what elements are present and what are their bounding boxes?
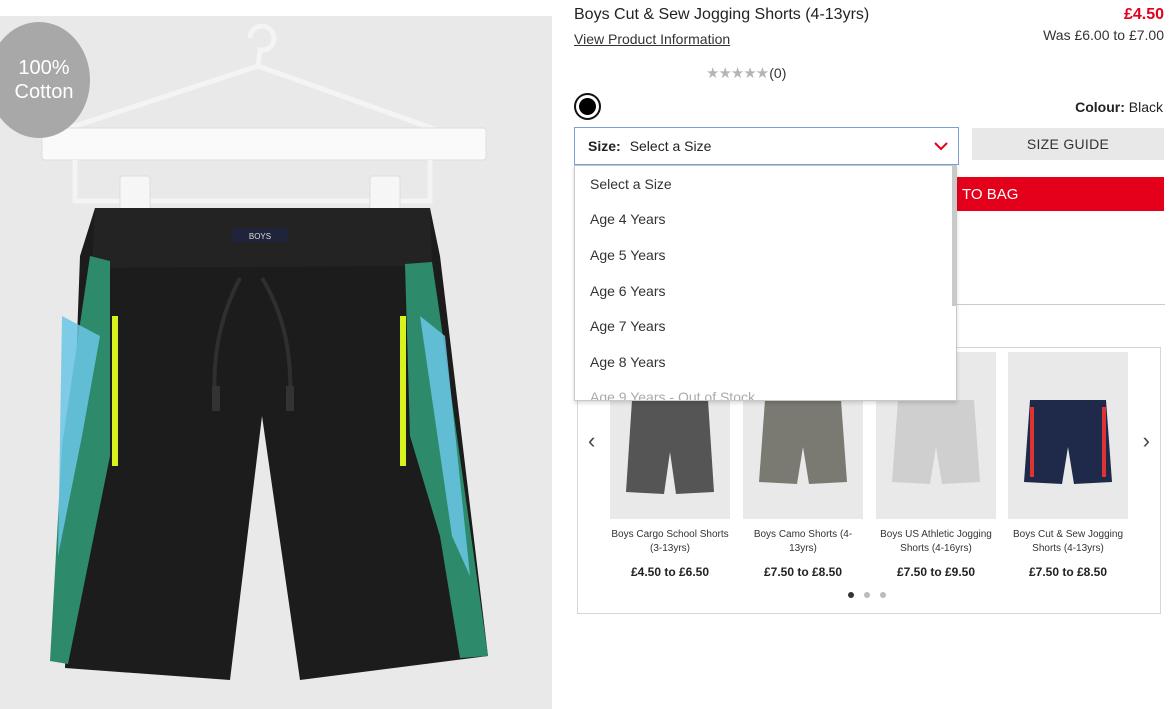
size-select-value: Select a Size bbox=[629, 138, 712, 154]
shorts-illustration: BOYS bbox=[41, 23, 488, 680]
product-thumbnail bbox=[1008, 352, 1128, 519]
colour-value: Black bbox=[1128, 99, 1163, 115]
size-dropdown-list: Select a Size Age 4 Years Age 5 Years Ag… bbox=[574, 165, 957, 401]
colour-label: Colour: Black bbox=[1075, 99, 1163, 115]
carousel-item-name: Boys Cut & Sew Jogging Shorts (4-13yrs) bbox=[1012, 529, 1124, 554]
colour-swatch-black[interactable] bbox=[574, 93, 601, 120]
size-option[interactable]: Age 6 Years bbox=[575, 273, 956, 309]
carousel-item-price: £7.50 to £8.50 bbox=[1028, 565, 1108, 579]
size-option[interactable]: Select a Size bbox=[575, 166, 956, 202]
size-label: Size: bbox=[588, 138, 621, 154]
star-rating-icon: ★★★★★ bbox=[706, 65, 769, 82]
add-to-bag-button[interactable]: TO BAG bbox=[956, 177, 1164, 211]
size-option[interactable]: Age 7 Years bbox=[575, 308, 956, 344]
carousel-next-arrow-icon[interactable]: › bbox=[1143, 428, 1150, 454]
chevron-down-icon bbox=[934, 142, 948, 151]
dropdown-scrollbar[interactable] bbox=[952, 166, 956, 306]
carousel-dot[interactable] bbox=[864, 592, 870, 598]
size-option-out-of-stock[interactable]: Age 9 Years - Out of Stock bbox=[575, 380, 956, 400]
carousel-item-price: £7.50 to £9.50 bbox=[896, 565, 976, 579]
rating[interactable]: ★★★★★ (0) bbox=[706, 64, 786, 82]
carousel-dot[interactable] bbox=[848, 592, 854, 598]
size-option[interactable]: Age 4 Years bbox=[575, 202, 956, 238]
carousel-item-price: £7.50 to £8.50 bbox=[763, 565, 843, 579]
rating-count: (0) bbox=[769, 65, 787, 81]
size-option[interactable]: Age 5 Years bbox=[575, 237, 956, 273]
svg-text:BOYS: BOYS bbox=[249, 232, 271, 241]
carousel-prev-arrow-icon[interactable]: ‹ bbox=[588, 428, 595, 454]
carousel-item[interactable]: Boys Cut & Sew Jogging Shorts (4-13yrs) … bbox=[1008, 352, 1128, 579]
size-option[interactable]: Age 8 Years bbox=[575, 344, 956, 380]
size-guide-button[interactable]: SIZE GUIDE bbox=[972, 128, 1164, 160]
carousel-item-price: £4.50 to £6.50 bbox=[630, 565, 710, 579]
size-select[interactable]: Size: Select a Size bbox=[574, 127, 959, 165]
view-product-information-link[interactable]: View Product Information bbox=[574, 31, 730, 47]
carousel-item-name: Boys US Athletic Jogging Shorts (4-16yrs… bbox=[880, 529, 992, 554]
was-price: Was £6.00 to £7.00 bbox=[1043, 27, 1164, 43]
carousel-item-name: Boys Camo Shorts (4-13yrs) bbox=[753, 529, 853, 554]
carousel-pagination bbox=[848, 592, 886, 598]
product-title: Boys Cut & Sew Jogging Shorts (4-13yrs) bbox=[574, 6, 870, 23]
shorts-thumbnail-icon bbox=[1024, 400, 1112, 484]
carousel-dot[interactable] bbox=[880, 592, 886, 598]
product-image[interactable]: BOYS 100% Cotton bbox=[0, 16, 552, 709]
carousel-item-name: Boys Cargo School Shorts (3-13yrs) bbox=[611, 529, 729, 554]
current-price: £4.50 bbox=[1123, 6, 1164, 23]
